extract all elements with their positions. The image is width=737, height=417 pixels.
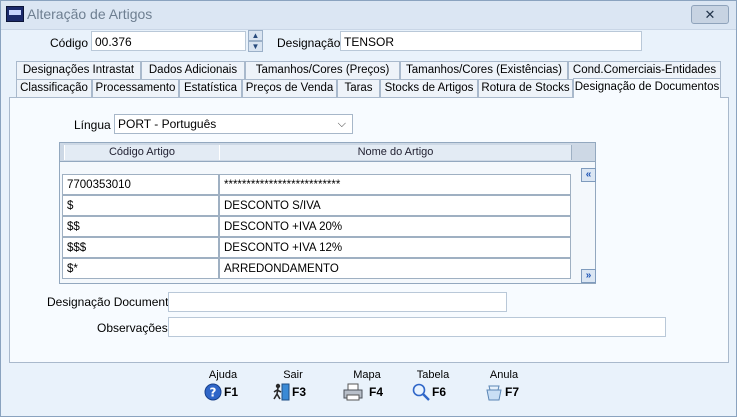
- table-search-icon: [412, 383, 430, 401]
- article-edit-window: Alteração de Artigos ✕ Código 00.376 ▲ ▼…: [0, 0, 737, 417]
- grid-cell-nome[interactable]: DESCONTO +IVA 20%: [219, 216, 571, 237]
- cancel-f7-button[interactable]: Anula F7: [484, 369, 530, 409]
- codigo-spin-down[interactable]: ▼: [248, 41, 263, 52]
- f7-key: F7: [505, 385, 520, 399]
- help-f1-button[interactable]: Ajuda ? F1: [203, 369, 247, 409]
- codigo-spin-up[interactable]: ▲: [248, 30, 263, 41]
- table-f6-button[interactable]: Tabela F6: [411, 369, 457, 409]
- grid-cell-nome[interactable]: ARREDONDAMENTO: [219, 258, 571, 279]
- scroll-down-button[interactable]: »: [581, 269, 596, 283]
- help-label: Ajuda: [208, 369, 238, 381]
- tab-processamento[interactable]: Processamento: [92, 79, 179, 97]
- column-header-nome-do-artigo[interactable]: Nome do Artigo: [219, 145, 572, 160]
- svg-text:?: ?: [210, 386, 217, 400]
- grid-cell-codigo[interactable]: $$$: [62, 237, 219, 258]
- window-title: Alteração de Artigos: [27, 6, 153, 22]
- tab-cond-comerciais-entidades[interactable]: Cond.Comerciais-Entidades: [568, 61, 721, 79]
- app-icon: [6, 6, 24, 22]
- tab-designacao-de-documentos[interactable]: Designação de Documentos: [573, 78, 721, 98]
- designacao-label: Designação: [277, 36, 341, 50]
- codigo-label: Código: [50, 36, 89, 50]
- observacoes-label: Observações: [97, 321, 168, 335]
- lingua-select-value: PORT - Português: [118, 117, 217, 131]
- printer-icon: [343, 383, 363, 401]
- designacao-documento-label: Designação Documento: [47, 295, 176, 309]
- tab-precos-de-venda[interactable]: Preços de Venda: [242, 79, 337, 97]
- f1-key: F1: [224, 385, 239, 399]
- exit-f3-button[interactable]: Sair F3: [271, 369, 317, 409]
- codigo-input[interactable]: 00.376: [91, 31, 246, 51]
- close-button[interactable]: ✕: [691, 5, 729, 24]
- tab-tamanhos-cores-existencias[interactable]: Tamanhos/Cores (Existências): [400, 61, 568, 79]
- tab-stocks-de-artigos[interactable]: Stocks de Artigos: [380, 79, 478, 97]
- tab-classificacao[interactable]: Classificação: [16, 79, 92, 97]
- designacao-documento-input[interactable]: [168, 292, 507, 312]
- observacoes-input[interactable]: [168, 317, 666, 337]
- tab-dados-adicionais[interactable]: Dados Adicionais: [141, 61, 245, 79]
- grid-cell-codigo[interactable]: 7700353010: [62, 174, 219, 195]
- scroll-up-button[interactable]: «: [581, 168, 596, 182]
- map-label: Mapa: [353, 369, 381, 381]
- exit-icon: [273, 383, 290, 401]
- f3-key: F3: [292, 385, 307, 399]
- designacao-input[interactable]: TENSOR: [340, 31, 642, 51]
- lingua-select[interactable]: PORT - Português ⌵: [114, 114, 353, 134]
- column-header-codigo-artigo[interactable]: Código Artigo: [64, 145, 220, 160]
- tab-taras[interactable]: Taras: [337, 79, 380, 97]
- tab-estatistica[interactable]: Estatística: [179, 79, 242, 97]
- grid-cell-nome[interactable]: DESCONTO S/IVA: [219, 195, 571, 216]
- help-icon: ?: [204, 383, 222, 401]
- f4-key: F4: [369, 385, 384, 399]
- grid-cell-codigo[interactable]: $$: [62, 216, 219, 237]
- tab-rotura-de-stocks[interactable]: Rotura de Stocks: [478, 79, 573, 97]
- map-f4-button[interactable]: Mapa F4: [341, 369, 389, 409]
- exit-label: Sair: [283, 369, 303, 381]
- tab-designacoes-intrastat[interactable]: Designações Intrastat: [16, 61, 141, 79]
- table-label: Tabela: [416, 369, 450, 381]
- f6-key: F6: [432, 385, 447, 399]
- chevron-down-icon: ⌵: [337, 118, 346, 130]
- grid-cell-codigo[interactable]: $: [62, 195, 219, 216]
- grid-cell-nome[interactable]: **************************: [219, 174, 571, 195]
- cancel-icon: [486, 385, 502, 401]
- lingua-label: Língua: [74, 118, 111, 132]
- tab-tamanhos-cores-precos[interactable]: Tamanhos/Cores (Preços): [245, 61, 400, 79]
- grid-cell-nome[interactable]: DESCONTO +IVA 12%: [219, 237, 571, 258]
- title-bar: Alteração de Artigos ✕: [1, 1, 736, 30]
- cancel-label: Anula: [489, 369, 519, 381]
- grid-cell-codigo[interactable]: $*: [62, 258, 219, 279]
- grid-header: Código Artigo Nome do Artigo: [59, 142, 596, 162]
